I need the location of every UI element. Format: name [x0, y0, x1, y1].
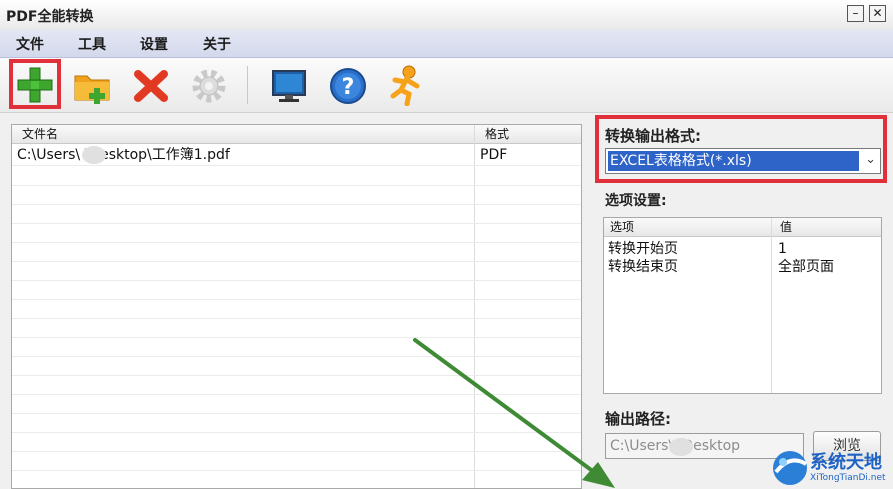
globe-icon: [773, 451, 808, 485]
annotation-arrow: [413, 338, 615, 488]
watermark-text: 系统天地: [810, 452, 882, 473]
watermark-logo: 系统天地 XiTongTianDi.net: [770, 446, 893, 489]
watermark-url: XiTongTianDi.net: [810, 473, 886, 483]
